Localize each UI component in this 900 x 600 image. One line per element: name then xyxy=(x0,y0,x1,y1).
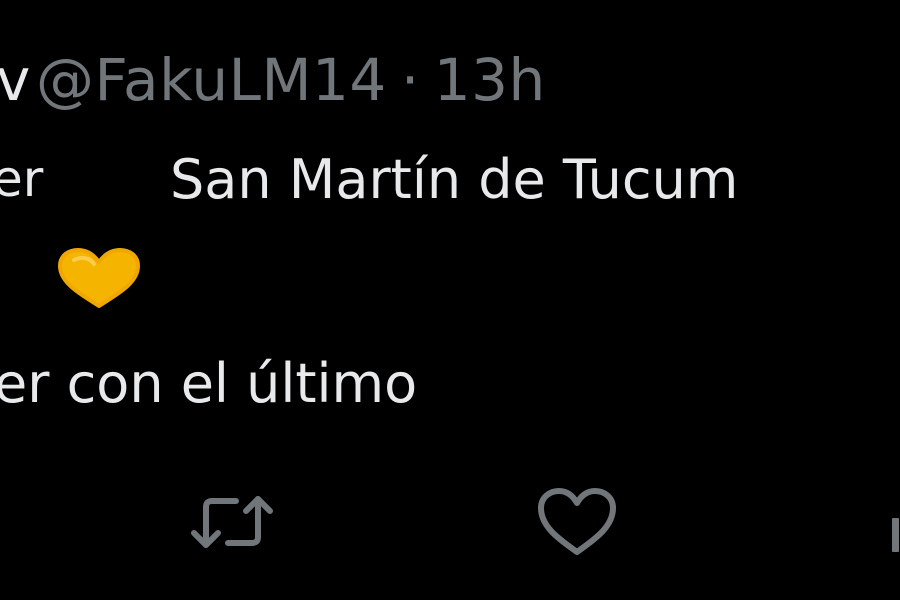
retweet-button[interactable] xyxy=(184,486,280,558)
tweet-text-line1-fragment: er xyxy=(0,150,44,208)
author-name-fragment[interactable]: v xyxy=(0,46,30,114)
tweet: v @FakuLM14 · 13h er San Martín de Tucum e… xyxy=(0,0,900,600)
tweet-timestamp[interactable]: 13h xyxy=(434,46,546,114)
tweet-text-line2: er con el último xyxy=(0,352,418,415)
tweet-text-line1: San Martín de Tucum xyxy=(170,148,739,211)
yellow-heart-emoji-icon xyxy=(54,246,144,312)
share-button[interactable] xyxy=(884,512,900,558)
like-button[interactable] xyxy=(534,484,620,560)
author-handle[interactable]: @FakuLM14 xyxy=(36,46,387,114)
meta-separator: · xyxy=(400,46,420,114)
share-icon xyxy=(891,518,899,552)
heart-outline-icon xyxy=(538,488,616,555)
retweet-icon xyxy=(191,496,273,548)
tweet-meta: @FakuLM14 · 13h xyxy=(36,46,546,114)
